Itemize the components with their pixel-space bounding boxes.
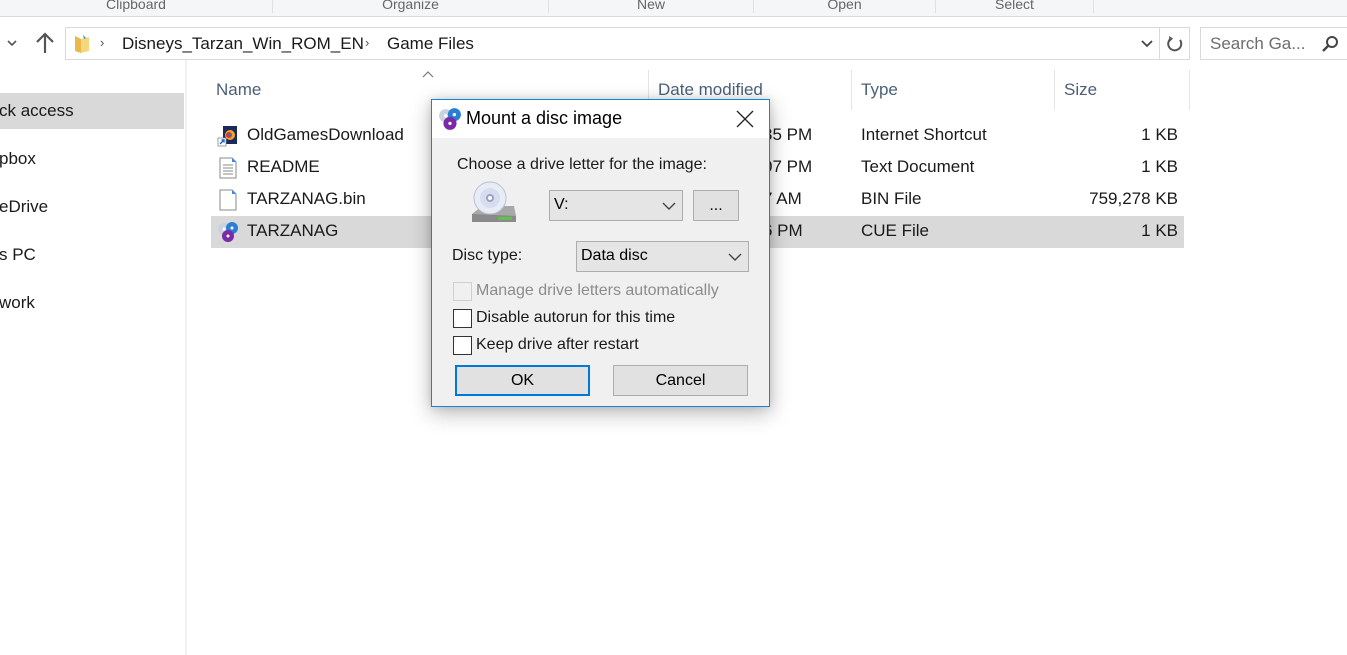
drive-letter-select[interactable]: V: <box>549 190 683 221</box>
address-history-dropdown-icon[interactable] <box>1139 34 1155 52</box>
file-explorer-window: Clipboard Organize New Open Select › Dis… <box>0 0 1347 655</box>
sidebar-item-label: pbox <box>0 149 36 168</box>
up-arrow-icon[interactable] <box>34 31 56 55</box>
ribbon-group-new: New <box>549 0 754 13</box>
sidebar-item-network[interactable]: work <box>0 285 184 321</box>
ribbon-group-clipboard: Clipboard <box>0 0 273 13</box>
disable-autorun-label: Disable autorun for this time <box>476 309 676 326</box>
ok-button[interactable]: OK <box>455 365 590 396</box>
file-size: 1 KB <box>1141 221 1178 240</box>
sidebar-item-dropbox[interactable]: pbox <box>0 141 184 177</box>
column-header-name[interactable]: Name <box>216 80 261 104</box>
breadcrumb-disneys-tarzan[interactable]: Disneys_Tarzan_Win_ROM_EN <box>122 34 364 54</box>
browse-button[interactable]: ... <box>693 190 739 221</box>
file-name: TARZANAG <box>247 221 339 240</box>
disable-autorun-checkbox[interactable] <box>453 309 472 328</box>
manage-drive-letters-label: Manage drive letters automatically <box>476 282 719 299</box>
file-size: 1 KB <box>1141 157 1178 176</box>
keep-drive-label: Keep drive after restart <box>476 336 639 353</box>
file-date: 07 PM <box>763 157 813 176</box>
column-divider[interactable] <box>851 70 852 110</box>
chevron-down-icon <box>662 199 676 211</box>
disc-type-select[interactable]: Data disc <box>576 241 749 272</box>
manage-drive-letters-checkbox[interactable] <box>453 282 472 301</box>
file-name: README <box>247 157 320 176</box>
sidebar-item-quick-access[interactable]: ck access <box>0 93 184 129</box>
search-box[interactable] <box>1200 27 1347 60</box>
disc-image-icon <box>217 221 239 243</box>
ribbon-group-organize: Organize <box>273 0 549 13</box>
file-name: OldGamesDownload <box>247 125 404 144</box>
disc-type-label: Disc type: <box>452 247 523 264</box>
optical-drive-icon <box>468 180 520 230</box>
refresh-icon[interactable] <box>1159 28 1189 59</box>
breadcrumb-separator-icon[interactable]: › <box>100 35 104 50</box>
address-bar[interactable]: › Disneys_Tarzan_Win_ROM_EN › Game Files <box>65 27 1190 60</box>
file-type: Text Document <box>861 157 975 176</box>
dialog-title: Mount a disc image <box>466 108 623 128</box>
search-icon[interactable] <box>1321 35 1339 53</box>
file-date: 35 PM <box>763 125 813 144</box>
file-size: 1 KB <box>1141 125 1178 144</box>
sidebar-item-onedrive[interactable]: eDrive <box>0 189 184 225</box>
sidebar-item-label: s PC <box>0 245 36 264</box>
recent-locations-chevron-icon[interactable] <box>6 33 18 53</box>
chevron-down-icon <box>728 250 742 262</box>
keep-drive-checkbox[interactable] <box>453 336 472 355</box>
text-document-icon <box>217 157 239 179</box>
close-icon <box>736 110 754 128</box>
ribbon-group-open: Open <box>754 0 936 13</box>
ribbon: Clipboard Organize New Open Select <box>0 0 1347 17</box>
dialog-title-bar[interactable]: Mount a disc image <box>432 100 769 138</box>
disc-image-icon <box>438 107 462 131</box>
sidebar-item-label: work <box>0 293 35 312</box>
ribbon-group-select: Select <box>936 0 1094 13</box>
mount-disc-image-dialog: Mount a disc image Choose a drive letter… <box>431 99 770 407</box>
column-header-size[interactable]: Size <box>1064 80 1097 104</box>
file-type: CUE File <box>861 221 930 240</box>
blank-file-icon <box>217 189 239 211</box>
internet-shortcut-icon <box>217 125 239 147</box>
disc-type-value: Data disc <box>581 247 648 264</box>
sidebar-item-this-pc[interactable]: s PC <box>0 237 184 273</box>
navigation-pane: ck access pbox eDrive s PC work <box>0 60 187 655</box>
drive-letter-value: V: <box>554 196 569 213</box>
file-type: Internet Shortcut <box>861 125 987 144</box>
folder-icon <box>72 33 92 55</box>
sidebar-item-label: ck access <box>0 101 74 120</box>
breadcrumb-separator-icon[interactable]: › <box>365 35 369 50</box>
column-divider[interactable] <box>1189 70 1190 110</box>
breadcrumb-game-files[interactable]: Game Files <box>387 34 474 54</box>
drive-letter-label: Choose a drive letter for the image: <box>457 156 707 173</box>
close-button[interactable] <box>721 100 769 138</box>
search-input[interactable] <box>1210 33 1315 55</box>
column-divider[interactable] <box>1054 70 1055 110</box>
file-type: BIN File <box>861 189 922 208</box>
file-name: TARZANAG.bin <box>247 189 366 208</box>
column-header-type[interactable]: Type <box>861 80 898 104</box>
cancel-button[interactable]: Cancel <box>613 365 748 396</box>
sidebar-item-label: eDrive <box>0 197 49 216</box>
sort-ascending-icon <box>421 66 435 78</box>
file-size: 759,278 KB <box>1089 189 1178 208</box>
